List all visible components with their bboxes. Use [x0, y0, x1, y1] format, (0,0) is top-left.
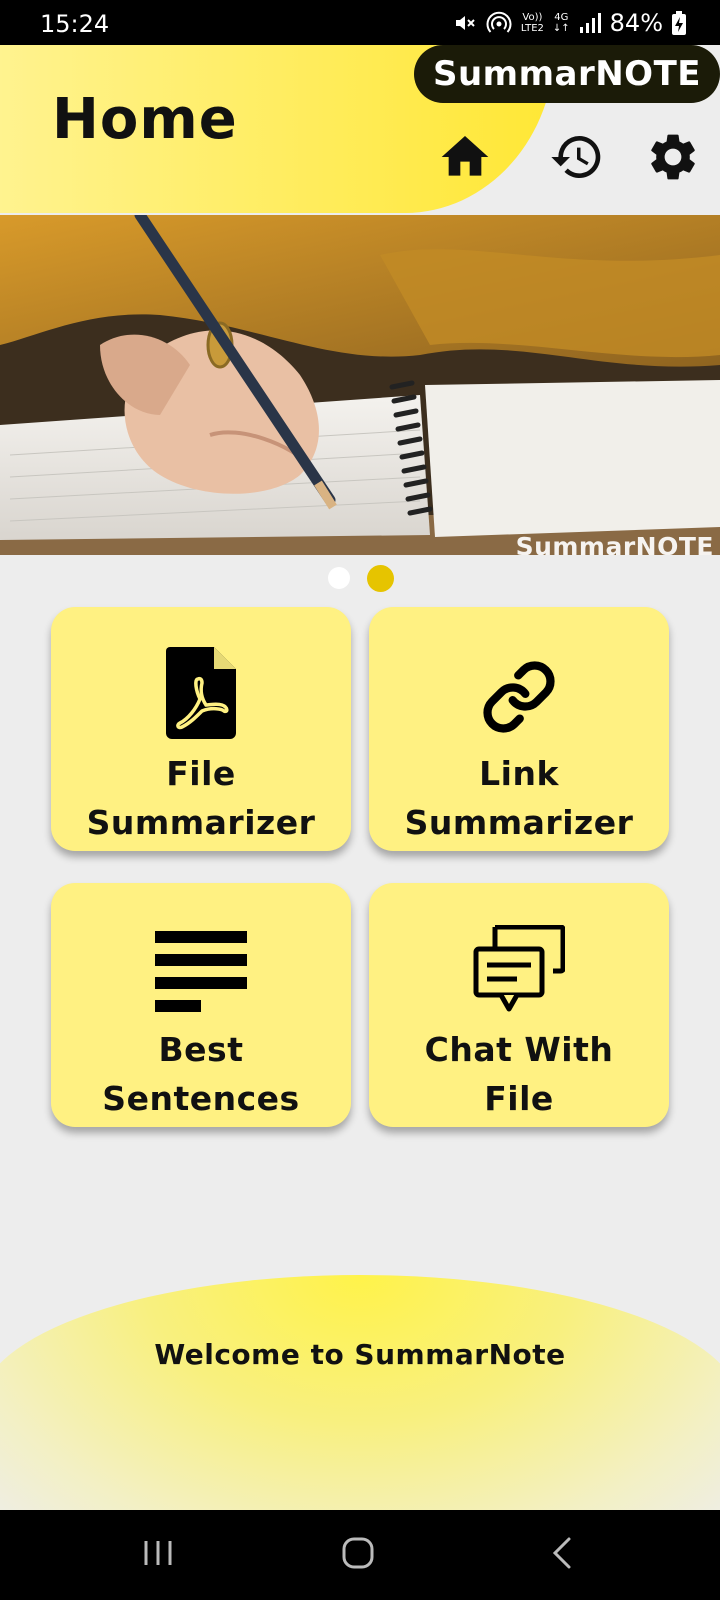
banner-carousel[interactable]: SummarNOTE: [0, 215, 720, 555]
status-time: 15:24: [40, 10, 110, 38]
banner-image: [0, 215, 720, 555]
home-icon[interactable]: [437, 129, 493, 185]
card-label-line1: Best: [158, 1030, 244, 1069]
lte-icon: Vo)) LTE2: [521, 12, 544, 34]
signal-icon: [579, 13, 601, 33]
status-bar: 15:24 Vo)) LTE2 4G ↓↑ 84%: [0, 0, 720, 45]
gear-icon[interactable]: [645, 129, 701, 185]
chat-with-file-card[interactable]: Chat With File: [369, 883, 669, 1127]
network-bottom: LTE2: [520, 23, 544, 34]
signal-type: 4G: [554, 12, 569, 23]
chat-icon: [473, 924, 566, 1017]
banner-watermark: SummarNOTE: [515, 532, 714, 555]
link-summarizer-label: Link Summarizer: [369, 749, 669, 847]
carousel-dot-2-active[interactable]: [367, 565, 394, 592]
carousel-dot-1[interactable]: [328, 567, 350, 589]
card-label-line1: Link: [479, 754, 559, 793]
best-sentences-label: Best Sentences: [51, 1025, 351, 1123]
app-header: Home SummarNOTE: [0, 45, 720, 215]
link-icon: [481, 659, 557, 739]
hotspot-icon: [486, 10, 512, 36]
card-label-line1: Chat With: [424, 1030, 614, 1069]
mute-icon: [453, 11, 477, 35]
status-icons: Vo)) LTE2 4G ↓↑ 84%: [453, 9, 686, 37]
battery-text: 84%: [609, 9, 663, 37]
card-label-line2: Summarizer: [404, 803, 634, 842]
card-label-line2: Sentences: [102, 1079, 300, 1118]
history-icon[interactable]: [549, 129, 605, 185]
text-lines-icon: [155, 931, 247, 1017]
file-summarizer-card[interactable]: File Summarizer: [51, 607, 351, 851]
system-nav-bar: [0, 1510, 720, 1600]
card-label-line2: Summarizer: [86, 803, 316, 842]
network-top: Vo)): [522, 12, 543, 23]
card-label-line1: File: [166, 754, 236, 793]
welcome-text: Welcome to SummarNote: [154, 1338, 566, 1371]
recent-apps-icon[interactable]: [140, 1535, 176, 1575]
link-summarizer-card[interactable]: Link Summarizer: [369, 607, 669, 851]
back-icon[interactable]: [545, 1535, 581, 1575]
chat-with-file-label: Chat With File: [369, 1025, 669, 1123]
home-circle-icon[interactable]: [340, 1535, 376, 1575]
card-label-line2: File: [484, 1079, 554, 1118]
file-summarizer-label: File Summarizer: [51, 749, 351, 847]
data-icon: 4G ↓↑: [552, 12, 570, 34]
brand-badge: SummarNOTE: [414, 45, 720, 103]
best-sentences-card[interactable]: Best Sentences: [51, 883, 351, 1127]
page-title: Home: [52, 87, 238, 152]
pdf-file-icon: [166, 647, 236, 743]
welcome-panel: [0, 1275, 720, 1535]
battery-charging-icon: [672, 11, 686, 35]
